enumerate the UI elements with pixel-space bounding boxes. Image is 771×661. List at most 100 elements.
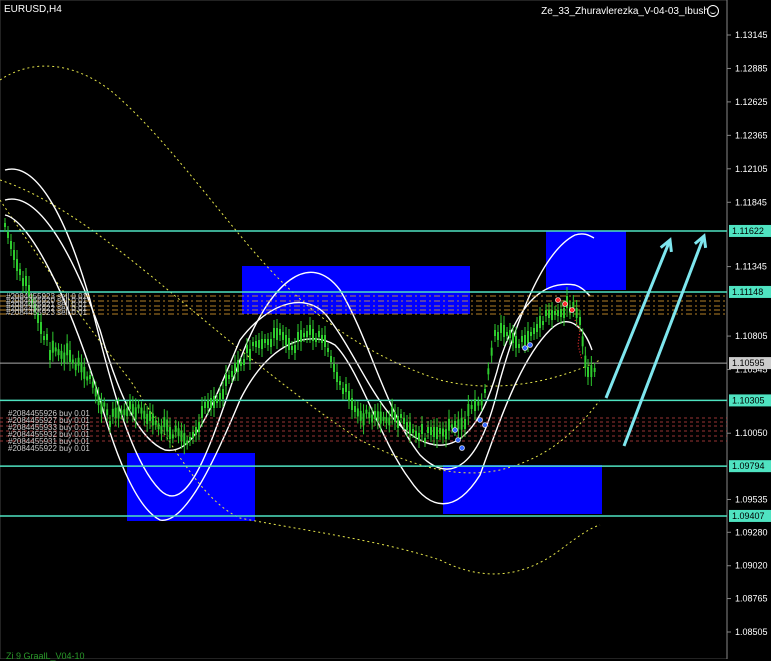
axis-tick-label: 1.12365 bbox=[735, 130, 768, 140]
zone-box-1 bbox=[546, 231, 626, 290]
candle-body bbox=[137, 404, 140, 409]
axis-tick-label: 1.13145 bbox=[735, 30, 768, 40]
candle-body bbox=[207, 400, 209, 408]
axis-tick-label: 1.12885 bbox=[735, 63, 768, 73]
candle-body bbox=[415, 431, 417, 437]
candle-body bbox=[160, 425, 163, 434]
sell-order-label: #2084455923 sell 0.01 bbox=[6, 308, 87, 317]
candle-body bbox=[490, 347, 493, 356]
candle-body bbox=[13, 250, 15, 260]
candle-body bbox=[134, 407, 137, 420]
candle-body bbox=[557, 310, 559, 316]
candle-body bbox=[71, 359, 74, 364]
candle-body bbox=[427, 427, 429, 433]
candle-body bbox=[77, 357, 80, 366]
candle-body bbox=[333, 364, 335, 372]
candle-body bbox=[183, 433, 186, 446]
candle-body bbox=[177, 428, 180, 437]
candle-body bbox=[219, 393, 221, 401]
candle-body bbox=[548, 310, 550, 318]
candle-body bbox=[117, 406, 120, 419]
candle-body bbox=[46, 334, 48, 340]
candle-body bbox=[348, 391, 350, 401]
candle-body bbox=[409, 422, 411, 434]
candle-body bbox=[114, 407, 117, 418]
candle-body bbox=[403, 418, 405, 424]
candle-body bbox=[330, 356, 332, 362]
candle-body bbox=[43, 336, 45, 340]
candle-body bbox=[57, 349, 60, 356]
sell-signal-marker-2 bbox=[569, 307, 575, 313]
candle-body bbox=[309, 325, 311, 335]
candle-body bbox=[382, 416, 385, 421]
chart-window[interactable]: 1.13145 1.12885 1.12625 1.12365 1.12105 1.118… bbox=[0, 0, 771, 661]
candle-body bbox=[234, 363, 236, 373]
candle-body bbox=[255, 341, 257, 347]
candle-body bbox=[394, 412, 396, 422]
candle-body bbox=[22, 278, 24, 286]
candle-body bbox=[97, 395, 100, 406]
candle-body bbox=[315, 338, 317, 342]
candle-body bbox=[154, 420, 157, 425]
candle-body bbox=[376, 411, 379, 422]
candle-body bbox=[342, 388, 344, 394]
candle-body bbox=[180, 430, 183, 441]
candle-body bbox=[336, 372, 338, 382]
candle-body bbox=[385, 417, 388, 424]
candle-body bbox=[169, 427, 171, 439]
candle-body bbox=[270, 339, 272, 347]
candle-body bbox=[279, 329, 281, 335]
candle-body bbox=[371, 414, 374, 423]
candle-body bbox=[288, 338, 290, 350]
candle-body bbox=[563, 308, 565, 318]
candle-body bbox=[503, 325, 505, 337]
candle-body bbox=[312, 329, 314, 341]
candle-body bbox=[418, 433, 420, 441]
axis-tick-label: 1.12625 bbox=[735, 97, 768, 107]
level-tag-label: 1.10305 bbox=[732, 395, 765, 405]
candle-body bbox=[321, 335, 323, 343]
candle-body bbox=[527, 331, 529, 343]
candle-body bbox=[86, 376, 89, 381]
candle-body bbox=[430, 427, 432, 435]
candle-body bbox=[560, 309, 562, 317]
candle-body bbox=[356, 408, 359, 417]
level-tag-label: 1.09794 bbox=[732, 461, 765, 471]
candle-body bbox=[451, 424, 453, 429]
candle-body bbox=[63, 352, 66, 363]
candle-body bbox=[222, 389, 224, 399]
candle-body bbox=[189, 437, 191, 441]
axis-tick-label: 1.09020 bbox=[735, 561, 768, 571]
candle-body bbox=[252, 342, 254, 346]
candle-body bbox=[40, 322, 42, 334]
smiley-icon[interactable] bbox=[707, 5, 719, 17]
candle-body bbox=[487, 368, 490, 375]
candle-body bbox=[536, 324, 538, 332]
candle-body bbox=[100, 401, 103, 414]
candle-body bbox=[129, 401, 131, 409]
candle-body bbox=[354, 406, 356, 412]
candle-body bbox=[285, 335, 287, 345]
candle-body bbox=[83, 366, 86, 379]
candle-body bbox=[143, 410, 146, 419]
buy-order-label: #2084455922 buy 0.01 bbox=[8, 444, 90, 453]
buy-signal-marker-5 bbox=[522, 345, 528, 351]
price-chart[interactable]: 1.13145 1.12885 1.12625 1.12365 1.12105 1.118… bbox=[0, 0, 771, 659]
candle-body bbox=[237, 360, 239, 372]
candle-body bbox=[365, 409, 368, 414]
level-tag-label: 1.11148 bbox=[732, 287, 763, 297]
candle-body bbox=[171, 434, 174, 439]
candle-body bbox=[474, 399, 476, 411]
candle-body bbox=[10, 241, 12, 249]
candle-body bbox=[470, 405, 473, 409]
candle-body bbox=[581, 336, 584, 347]
candle-body bbox=[213, 396, 215, 408]
candle-body bbox=[69, 350, 71, 362]
buy-signal-marker-2 bbox=[459, 445, 465, 451]
candle-body bbox=[123, 409, 126, 416]
candle-body bbox=[109, 421, 111, 427]
buy-signal-marker-1 bbox=[455, 437, 461, 443]
candle-body bbox=[539, 316, 541, 328]
candle-body bbox=[500, 323, 502, 333]
candle-body bbox=[406, 422, 408, 430]
